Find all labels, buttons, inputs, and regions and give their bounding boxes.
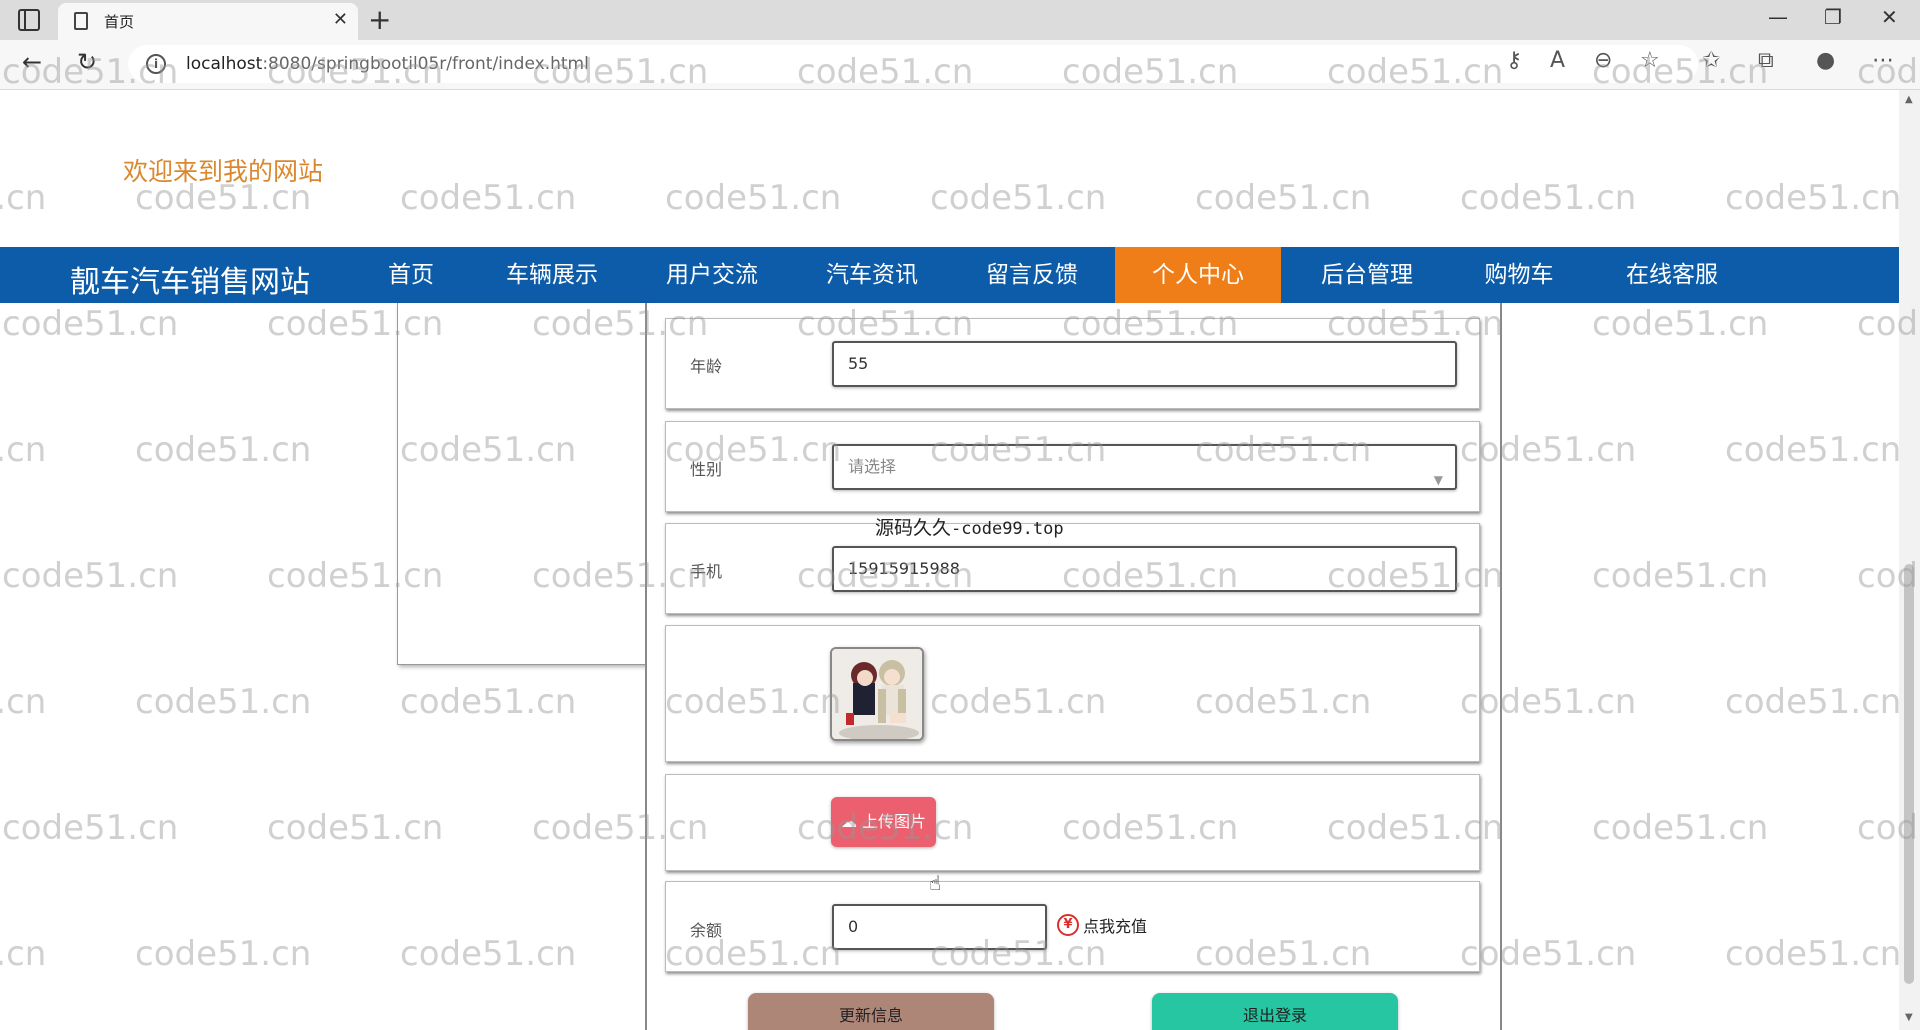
watermark-text: code51.cn — [665, 178, 842, 218]
watermark-text: code51.cn — [1592, 304, 1769, 344]
watermark-text: code51.cn — [1725, 178, 1902, 218]
upload-label: 上传图片 — [862, 812, 927, 831]
scroll-thumb[interactable] — [1904, 564, 1914, 984]
scroll-down-icon[interactable]: ▼ — [1905, 1012, 1913, 1023]
url-text[interactable]: localhost:8080/springbootil05r/front/ind… — [186, 54, 589, 74]
welcome-text: 欢迎来到我的网站 — [123, 157, 324, 186]
age-input[interactable]: 55 — [832, 341, 1457, 387]
sidebar-toggle-icon[interactable] — [18, 9, 40, 31]
nav-news[interactable]: 汽车资讯 — [810, 247, 934, 303]
phone-label: 手机 — [690, 562, 723, 581]
watermark-text: code51.cn — [135, 934, 312, 974]
avatar — [830, 647, 924, 741]
recharge-link[interactable]: ¥ 点我充值 — [1057, 913, 1147, 937]
age-row: 年龄 55 — [665, 318, 1480, 409]
nav-vehicles[interactable]: 车辆展示 — [490, 247, 614, 303]
restore-icon[interactable]: ❐ — [1824, 5, 1842, 29]
watermark-text: code51.cn — [0, 178, 47, 218]
chevron-down-icon: ▼ — [1433, 473, 1443, 487]
url-field[interactable]: i localhost:8080/springbootil05r/front/i… — [128, 45, 1698, 83]
watermark-text: code51.cn — [0, 934, 47, 974]
watermark-text: code51.cn — [135, 682, 312, 722]
upload-row — [665, 774, 1480, 871]
gender-placeholder: 请选择 — [848, 457, 897, 476]
browser-tab-bar: 首页 ✕ + — ❐ ✕ — [0, 0, 1920, 40]
profile-icon[interactable]: ● — [1816, 48, 1835, 73]
update-info-button[interactable]: 更新信息 — [748, 993, 994, 1030]
watermark-text: code51.cn — [400, 934, 577, 974]
browser-tab[interactable]: 首页 ✕ — [58, 3, 358, 40]
watermark-text: code51.cn — [400, 178, 577, 218]
gender-label: 性别 — [690, 460, 723, 479]
watermark-text: code51.cn — [1592, 808, 1769, 848]
logout-button[interactable]: 退出登录 — [1152, 993, 1398, 1030]
nav-feedback[interactable]: 留言反馈 — [970, 247, 1094, 303]
zoom-out-icon[interactable]: ⊖ — [1594, 48, 1612, 73]
page-icon — [74, 12, 88, 30]
watermark-text: code51.cn — [1725, 934, 1902, 974]
key-icon[interactable]: ⚷ — [1506, 48, 1522, 73]
nav-admin[interactable]: 后台管理 — [1305, 247, 1429, 303]
favorite-add-icon[interactable]: ☆ — [1640, 48, 1660, 73]
address-bar: ← ↻ i localhost:8080/springbootil05r/fro… — [0, 40, 1920, 90]
tab-title: 首页 — [104, 13, 135, 31]
phone-input[interactable]: 15915915988 — [832, 546, 1457, 592]
watermark-text: code51.cn — [2, 808, 179, 848]
nav-support[interactable]: 在线客服 — [1608, 247, 1736, 303]
tab-close-icon[interactable]: ✕ — [333, 9, 348, 30]
watermark-text: code51.cn — [1592, 556, 1769, 596]
watermark-text: code51.cn — [1195, 178, 1372, 218]
scroll-up-icon[interactable]: ▲ — [1905, 94, 1913, 105]
profile-sidebar — [397, 303, 647, 665]
site-title: 靓车汽车销售网站 — [70, 265, 310, 300]
main-navbar: 靓车汽车销售网站 首页 车辆展示 用户交流 汽车资讯 留言反馈 个人中心 后台管… — [0, 247, 1899, 303]
watermark-text: code51.cn — [2, 556, 179, 596]
overlay-watermark-text: 源码久久-code99.top — [875, 517, 1064, 539]
nav-community[interactable]: 用户交流 — [650, 247, 774, 303]
back-icon[interactable]: ← — [22, 48, 42, 76]
phone-row: 手机 15915915988 — [665, 523, 1480, 614]
page-scrollbar[interactable]: ▲ ▼ — [1899, 90, 1920, 1030]
yen-icon: ¥ — [1057, 914, 1079, 936]
new-tab-button[interactable]: + — [368, 3, 391, 36]
recharge-label: 点我充值 — [1083, 917, 1148, 936]
watermark-text: code51.cn — [135, 430, 312, 470]
gender-select[interactable]: 请选择 ▼ — [832, 444, 1457, 490]
collections-icon[interactable]: ⧉ — [1758, 48, 1774, 73]
window-close-icon[interactable]: ✕ — [1881, 5, 1898, 29]
watermark-text: code51.cn — [0, 682, 47, 722]
refresh-icon[interactable]: ↻ — [77, 48, 97, 76]
more-menu-icon[interactable]: ⋯ — [1872, 48, 1894, 73]
nav-home[interactable]: 首页 — [363, 247, 459, 303]
upload-image-button[interactable]: ☁ 上传图片 — [831, 797, 936, 847]
nav-profile[interactable]: 个人中心 — [1115, 247, 1281, 303]
read-aloud-icon[interactable]: A — [1550, 48, 1565, 73]
gender-row: 性别 请选择 ▼ — [665, 421, 1480, 512]
watermark-text: code51.cn — [2, 304, 179, 344]
watermark-text: code51.cn — [400, 682, 577, 722]
mouse-cursor-icon: ☝ — [929, 871, 942, 895]
watermark-text: code51.cn — [0, 430, 47, 470]
site-info-icon[interactable]: i — [146, 54, 166, 74]
watermark-text: code51.cn — [267, 808, 444, 848]
minimize-icon[interactable]: — — [1768, 5, 1788, 29]
watermark-text: code51.cn — [930, 178, 1107, 218]
watermark-text: code51.cn — [1725, 682, 1902, 722]
balance-input[interactable]: 0 — [832, 904, 1047, 950]
balance-label: 余额 — [690, 921, 723, 940]
watermark-text: code51.cn — [1725, 430, 1902, 470]
age-label: 年龄 — [690, 357, 723, 376]
watermark-text: code51.cn — [1460, 178, 1637, 218]
favorites-icon[interactable]: ✩ — [1702, 48, 1720, 73]
nav-cart[interactable]: 购物车 — [1465, 247, 1573, 303]
avatar-row — [665, 625, 1480, 762]
